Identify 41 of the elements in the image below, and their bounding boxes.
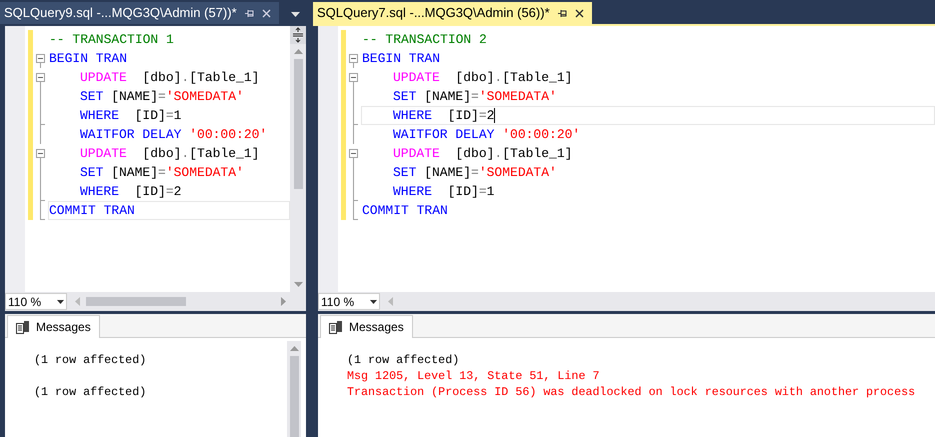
- zoom-dropdown[interactable]: 110 %: [318, 293, 380, 310]
- message-line: (1 row affected): [34, 352, 148, 368]
- code-line: SET [NAME]='SOMEDATA': [79, 88, 245, 106]
- code-line: SET [NAME]='SOMEDATA': [392, 88, 558, 106]
- message-line: (1 row affected): [347, 352, 460, 368]
- message-line: (1 row affected): [34, 384, 148, 400]
- scrollbar-thumb[interactable]: [290, 356, 298, 437]
- code-line: WAITFOR DELAY '00:00:20': [392, 126, 582, 144]
- dropdown-arrow-icon[interactable]: [291, 12, 300, 17]
- code-line: WHERE [ID]=1: [392, 182, 496, 201]
- vertical-scrollbar[interactable]: [287, 341, 301, 437]
- code-line: UPDATE [dbo].[Table_1]: [79, 144, 260, 163]
- pin-icon[interactable]: [558, 8, 567, 18]
- code-line: UPDATE [dbo].[Table_1]: [79, 68, 260, 87]
- code-line: WAITFOR DELAY '00:00:20': [79, 126, 268, 144]
- document-tab[interactable]: SQLQuery7.sql -...MQG3Q\Admin (56))*: [313, 2, 592, 24]
- code-line: COMMIT TRAN: [361, 202, 449, 220]
- code-line: UPDATE [dbo].[Table_1]: [392, 68, 574, 87]
- code-line: UPDATE [dbo].[Table_1]: [392, 144, 574, 163]
- dropdown-arrow-icon: [370, 300, 377, 304]
- close-icon[interactable]: [574, 8, 584, 18]
- document-icon: [329, 320, 343, 334]
- scrollbar-thumb[interactable]: [294, 59, 302, 189]
- code-line: -- TRANSACTION 2: [361, 30, 488, 49]
- code-line: -- TRANSACTION 1: [48, 30, 175, 49]
- split-icon[interactable]: [290, 26, 306, 44]
- code-line: SET [NAME]='SOMEDATA': [392, 164, 558, 182]
- zoom-dropdown[interactable]: 110 %: [5, 293, 67, 310]
- vertical-scrollbar[interactable]: [290, 26, 306, 292]
- code-line: WHERE [ID]=2: [79, 182, 182, 201]
- message-line: Msg 1205, Level 13, State 51, Line 7: [347, 368, 600, 384]
- code-line: BEGIN TRAN: [361, 50, 442, 68]
- code-line: SET [NAME]='SOMEDATA': [79, 164, 245, 182]
- message-line: Transaction (Process ID 56) was deadlocked on lock resources with another process: [347, 384, 916, 400]
- code-line: WHERE [ID]=1: [79, 106, 182, 125]
- horizontal-scrollbar-thumb[interactable]: [86, 297, 186, 306]
- dropdown-arrow-icon: [57, 300, 64, 304]
- messages-tab[interactable]: Messages: [320, 315, 413, 338]
- document-icon: [16, 320, 30, 334]
- code-line: BEGIN TRAN: [48, 50, 128, 68]
- messages-tab[interactable]: Messages: [7, 315, 100, 338]
